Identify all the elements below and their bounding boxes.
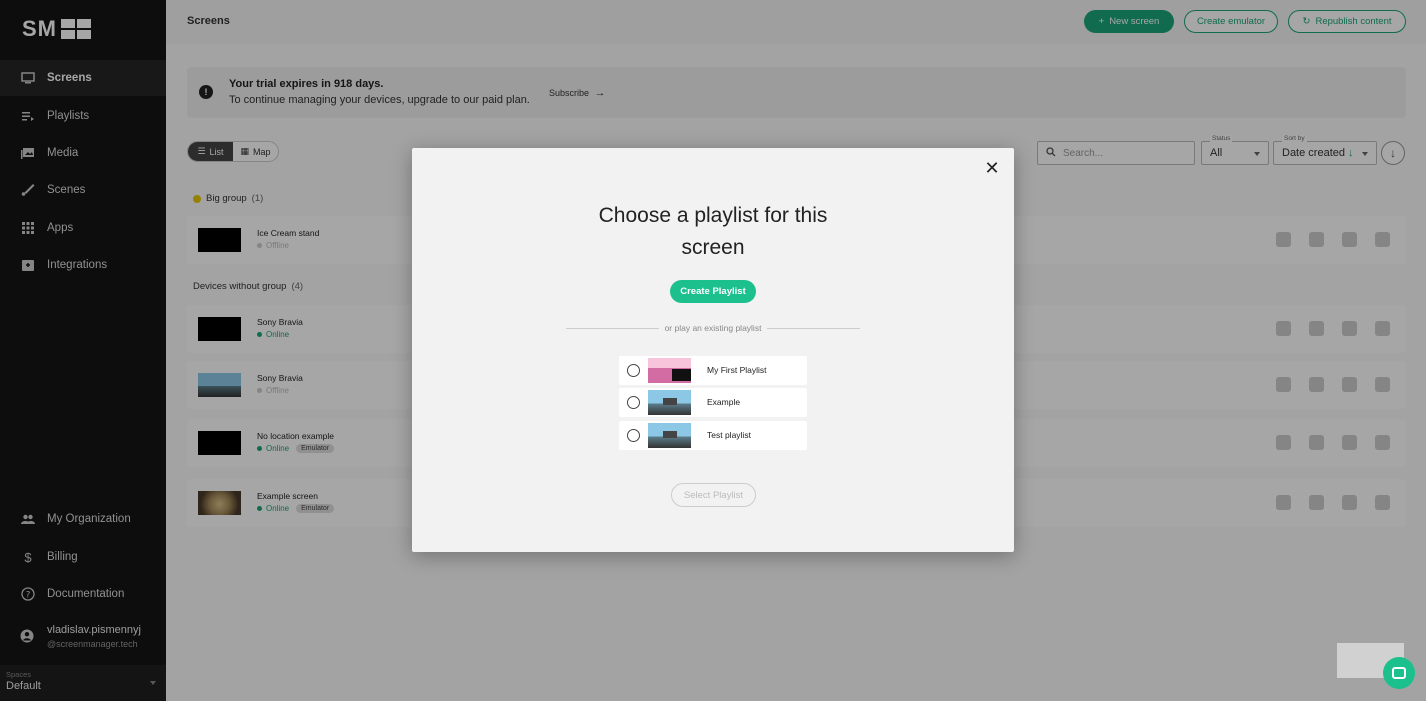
- playlist-thumbnail: [648, 358, 691, 383]
- playlist-thumbnail: [648, 423, 691, 448]
- dialog-title-line: Choose a playlist for this: [598, 204, 828, 227]
- select-playlist-button[interactable]: Select Playlist: [671, 483, 756, 507]
- radio-button[interactable]: [627, 396, 640, 409]
- radio-button[interactable]: [627, 364, 640, 377]
- playlist-name: Test playlist: [707, 430, 751, 440]
- playlist-thumbnail: [648, 390, 691, 415]
- chat-icon: [1392, 667, 1406, 679]
- dialog-title: Choose a playlist for this screen: [412, 200, 1014, 264]
- playlist-option[interactable]: Example: [619, 388, 807, 417]
- playlist-option[interactable]: Test playlist: [619, 421, 807, 450]
- create-playlist-button[interactable]: Create Playlist: [670, 280, 756, 303]
- choose-playlist-dialog: ✕ Choose a playlist for this screen Crea…: [412, 148, 1014, 552]
- dialog-title-line: screen: [681, 236, 745, 259]
- playlist-name: My First Playlist: [707, 365, 767, 375]
- playlist-option[interactable]: My First Playlist: [619, 356, 807, 385]
- divider-text: or play an existing playlist: [664, 323, 762, 333]
- close-icon[interactable]: ✕: [982, 158, 1002, 178]
- divider: or play an existing playlist: [566, 322, 861, 334]
- radio-button[interactable]: [627, 429, 640, 442]
- playlist-name: Example: [707, 397, 741, 407]
- chat-button[interactable]: [1383, 657, 1415, 689]
